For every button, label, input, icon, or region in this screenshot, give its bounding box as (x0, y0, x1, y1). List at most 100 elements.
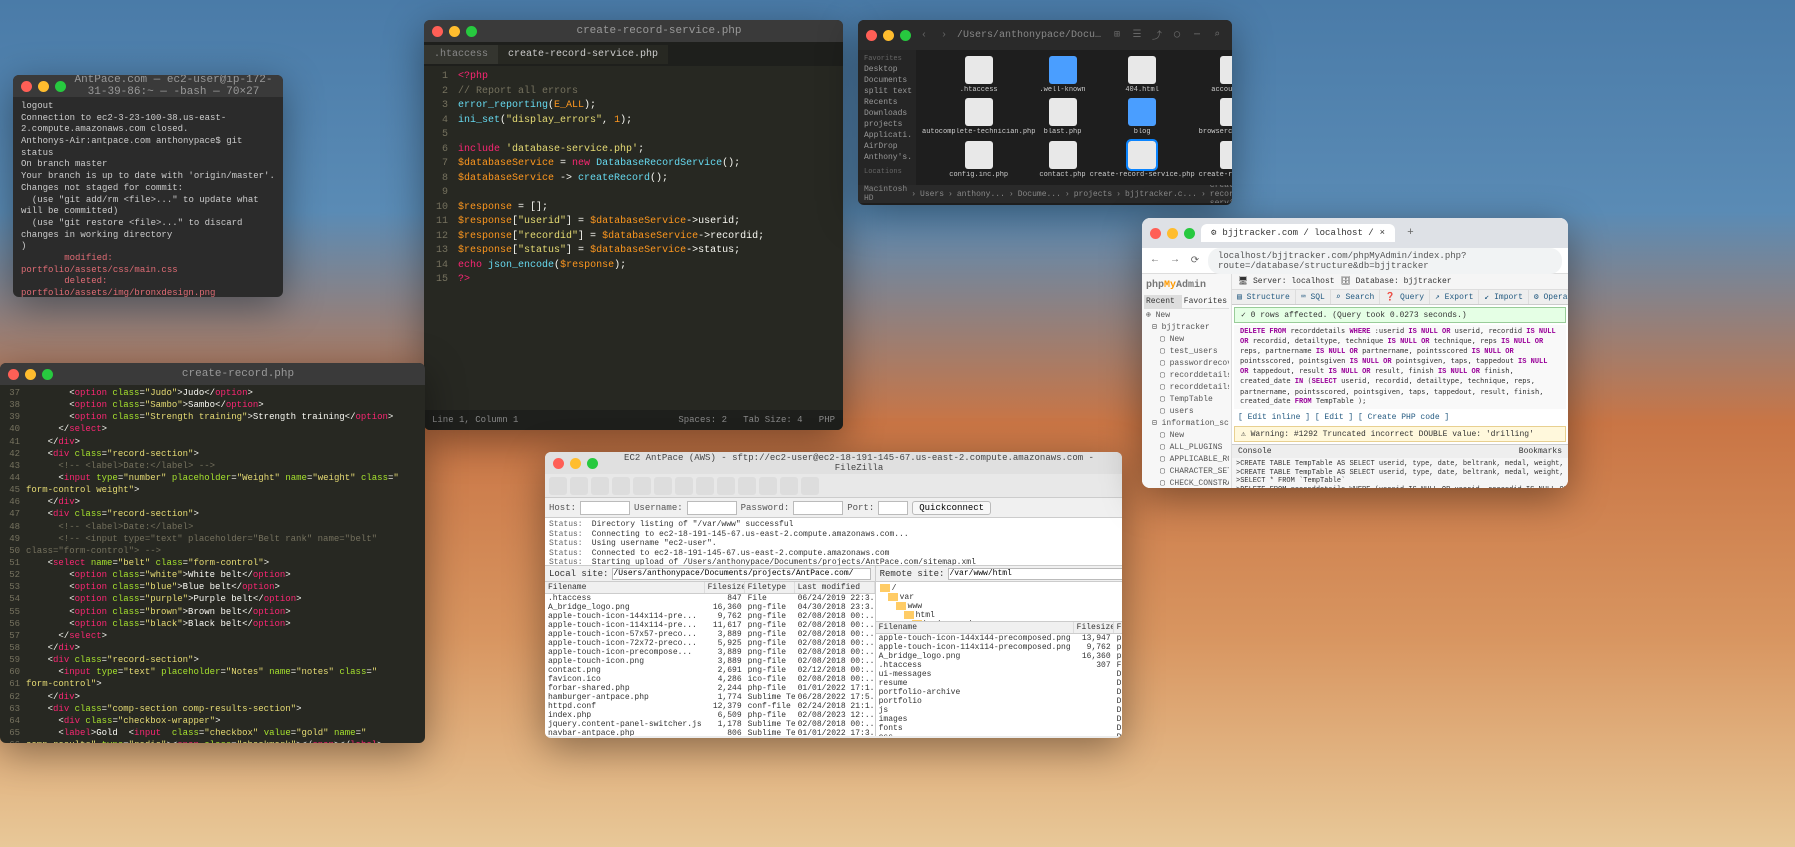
file-row[interactable]: apple-touch-icon-57x57-preco...3,889png-… (545, 630, 875, 639)
file-item[interactable]: blog (1090, 98, 1195, 136)
toggle-queue-icon[interactable] (612, 477, 630, 495)
close-icon[interactable] (8, 369, 19, 380)
minimize-icon[interactable] (25, 369, 36, 380)
search-files-icon[interactable] (801, 477, 819, 495)
editor1-code-area[interactable]: 123456789101112131415 <?php // Report al… (424, 66, 843, 292)
browser-titlebar[interactable]: ⚙ bjjtracker.com / localhost / × + (1142, 218, 1568, 248)
minimize-icon[interactable] (883, 30, 894, 41)
file-row[interactable]: imagesDirectory08/25/2021 ...drwxr-Sr-xe… (876, 715, 1122, 724)
file-row[interactable]: favicon.ico4,286ico-file02/08/2018 00:..… (545, 675, 875, 684)
db-tree-item[interactable]: ▢ CHARACTER_SETS (1144, 465, 1229, 477)
maximize-icon[interactable] (55, 81, 66, 92)
file-row[interactable]: httpd.conf12,379conf-file02/24/2018 21:1… (545, 702, 875, 711)
sidebar-item[interactable]: split text... (862, 86, 912, 97)
filezilla-log[interactable]: Status: Directory listing of "/var/www" … (545, 518, 1122, 566)
file-item[interactable]: blast.php (1039, 98, 1085, 136)
new-tab-icon[interactable]: + (1401, 227, 1420, 239)
editor1-titlebar[interactable]: create-record-service.php (424, 20, 843, 42)
file-row[interactable]: apple-touch-icon-114x114-pre...11,617png… (545, 621, 875, 630)
pma-tab-operations[interactable]: ⚙ Operations (1529, 290, 1568, 304)
tags-icon[interactable]: ◯ (1170, 28, 1184, 42)
compare-icon[interactable] (759, 477, 777, 495)
remote-path-input[interactable] (948, 568, 1122, 580)
col-header[interactable]: Filename (545, 582, 705, 593)
sidebar-item[interactable]: Desktop (862, 64, 912, 75)
db-tree-item[interactable]: ▢ TempTable (1144, 393, 1229, 405)
sidebar-item[interactable]: projects (862, 119, 912, 130)
db-tree-item[interactable]: ▢ APPLICABLE_ROLES (1144, 453, 1229, 465)
sitemanager-icon[interactable] (549, 477, 567, 495)
close-icon[interactable] (1150, 228, 1161, 239)
path-segment[interactable]: create-record-service.php (1210, 185, 1232, 203)
editor-service-window[interactable]: create-record-service.php .htaccess crea… (424, 20, 843, 430)
file-row[interactable]: cssDirectory08/23/2023 ...drwxr-Sr-xapac… (876, 733, 1122, 736)
terminal-window[interactable]: AntPace.com — ec2-user@ip-172-31-39-86:~… (13, 75, 283, 297)
file-item[interactable]: 404.html (1090, 56, 1195, 94)
minimize-icon[interactable] (1167, 228, 1178, 239)
editor1-content[interactable]: <?php // Report all errors error_reporti… (454, 66, 843, 292)
db-tree-item[interactable]: ▢ test_users (1144, 345, 1229, 357)
col-header[interactable]: Filesize (1074, 622, 1114, 633)
minimize-icon[interactable] (570, 458, 581, 469)
finder-pathbar[interactable]: Macintosh HD›Users›anthony...›Docume...›… (858, 185, 1232, 203)
maximize-icon[interactable] (42, 369, 53, 380)
file-row[interactable]: A_bridge_logo.png16,360png-file01/21/201… (876, 652, 1122, 661)
reconnect-icon[interactable] (717, 477, 735, 495)
db-tree-item[interactable]: ⊕ New (1144, 309, 1229, 321)
quickconnect-button[interactable]: Quickconnect (912, 501, 991, 515)
remote-file-list[interactable]: FilenameFilesizeFiletypeLast modifiedPer… (876, 622, 1122, 736)
db-tree-item[interactable]: ▢ New (1144, 429, 1229, 441)
path-segment[interactable]: Users (920, 190, 944, 199)
filezilla-window[interactable]: EC2 AntPace (AWS) - sftp://ec2-user@ec2-… (545, 452, 1122, 738)
file-row[interactable]: fontsDirectory07/15/2019 1...drwxr-Sr-xe… (876, 724, 1122, 733)
sidebar-item[interactable]: Applicati... (862, 130, 912, 141)
maximize-icon[interactable] (466, 26, 477, 37)
file-row[interactable]: resumeDirectory03/13/2020 1...drwxr-Sr-x… (876, 679, 1122, 688)
path-segment[interactable]: projects (1074, 190, 1112, 199)
path-segment[interactable]: Macintosh HD (864, 185, 907, 203)
db-tree-item[interactable]: ▢ recorddetails (1144, 369, 1229, 381)
cancel-icon[interactable] (675, 477, 693, 495)
file-row[interactable]: A_bridge_logo.png16,360png-file04/30/201… (545, 603, 875, 612)
disconnect-icon[interactable] (696, 477, 714, 495)
close-icon[interactable] (866, 30, 877, 41)
toggle-log-icon[interactable] (570, 477, 588, 495)
tab-create-record-service[interactable]: create-record-service.php (498, 45, 668, 64)
sync-icon[interactable] (780, 477, 798, 495)
editor-record-window[interactable]: create-record.php 3738394041424344454647… (0, 363, 425, 743)
pma-console[interactable]: >CREATE TABLE TempTable AS SELECT userid… (1232, 458, 1568, 488)
col-header[interactable]: Filetype (1114, 622, 1122, 633)
close-icon[interactable] (21, 81, 32, 92)
col-header[interactable]: Filetype (745, 582, 795, 593)
tab-htaccess[interactable]: .htaccess (424, 45, 498, 64)
process-queue-icon[interactable] (654, 477, 672, 495)
maximize-icon[interactable] (1184, 228, 1195, 239)
path-segment[interactable]: Docume... (1018, 190, 1061, 199)
tab-close-icon[interactable]: × (1380, 228, 1385, 238)
search-icon[interactable]: ⌕ (1210, 28, 1224, 42)
editor2-content[interactable]: <option class="Judo">Judo</option> <opti… (24, 385, 425, 743)
file-item[interactable]: account.php (1199, 56, 1232, 94)
file-row[interactable]: jquery.content-panel-switcher.js1,178Sub… (545, 720, 875, 729)
remote-list-header[interactable]: FilenameFilesizeFiletypeLast modifiedPer… (876, 622, 1122, 634)
sidebar-item[interactable]: AirDrop (862, 141, 912, 152)
db-tree-item[interactable]: ▢ recorddetails (1144, 381, 1229, 393)
terminal-output[interactable]: logoutConnection to ec2-3-23-100-38.us-e… (13, 97, 283, 297)
nav-tab-recent[interactable]: Recent (1144, 295, 1182, 308)
maximize-icon[interactable] (587, 458, 598, 469)
pma-tab-export[interactable]: ↗ Export (1430, 290, 1479, 304)
db-tree-item[interactable]: ▢ CHECK_CONSTRAINTS (1144, 477, 1229, 488)
file-row[interactable]: apple-touch-icon-precompose...3,889png-f… (545, 648, 875, 657)
editor2-titlebar[interactable]: create-record.php (0, 363, 425, 385)
host-input[interactable] (580, 501, 630, 515)
forward-icon[interactable]: → (1168, 254, 1182, 268)
pma-sidebar[interactable]: phpMyAdmin Recent Favorites ⊕ New⊟ bjjtr… (1142, 274, 1232, 488)
col-header[interactable]: Filename (876, 622, 1074, 633)
local-list-header[interactable]: FilenameFilesizeFiletypeLast modified (545, 582, 875, 594)
pma-tab-search[interactable]: ⌕ Search (1331, 290, 1380, 304)
back-icon[interactable]: ‹ (917, 28, 931, 42)
local-path-input[interactable] (612, 568, 870, 580)
file-item[interactable]: .well-known (1039, 56, 1085, 94)
local-file-list[interactable]: FilenameFilesizeFiletypeLast modified .h… (545, 582, 875, 736)
file-row[interactable]: .htaccess847File06/24/2019 22:3... (545, 594, 875, 603)
